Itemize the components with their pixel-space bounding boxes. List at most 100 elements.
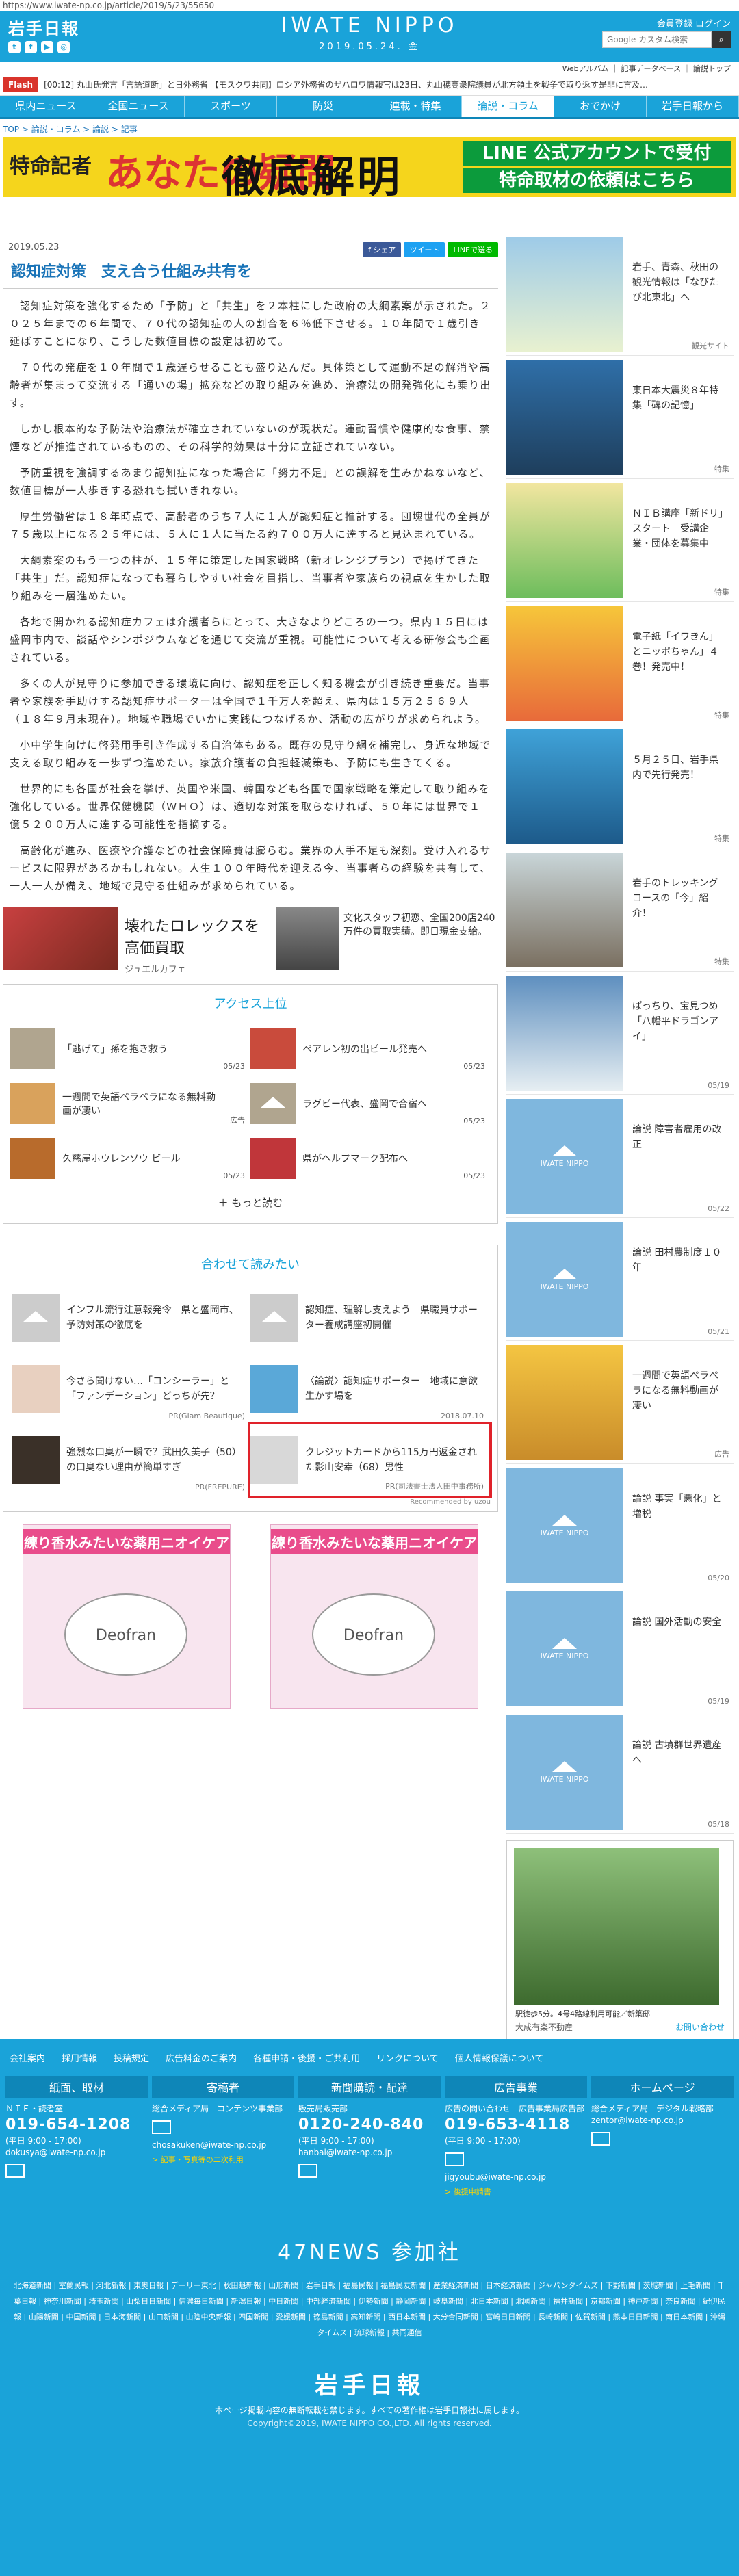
footer-logo[interactable]: 岩手日報 <box>0 2367 739 2400</box>
sidebar-ad[interactable]: 駅徒歩5分。4号4路線利用可能／新築邸 大成有楽不動産 お問い合わせ <box>506 1840 734 2040</box>
sidebar-date: 05/22 <box>708 1204 729 1213</box>
sidebar-image: IWATE NIPPO <box>506 1468 623 1583</box>
account-links[interactable]: 会員登録 ログイン <box>657 16 731 29</box>
sidebar-text: 論説 障害者雇用の改正 <box>632 1124 722 1150</box>
sidebar-card[interactable]: ５月２５日、岩手県内で先行発売！ 特集 <box>506 725 734 848</box>
sidebar-card[interactable]: IWATE NIPPO 論説 障害者雇用の改正 05/22 <box>506 1095 734 1218</box>
banner-request-button[interactable]: 特命取材の依頼はこちら <box>463 168 731 193</box>
footer-link[interactable]: 広告料金のご案内 <box>166 2051 237 2070</box>
ranking-thumb <box>250 1138 296 1179</box>
sidebar-card[interactable]: 岩手、青森、秋田の観光情報は「なびたび北東北」へ 観光サイト <box>506 233 734 356</box>
47news-list[interactable]: 北海道新聞 | 室蘭民報 | 河北新報 | 東奥日報 | デーリー東北 | 秋田… <box>0 2265 739 2341</box>
share-line-button[interactable]: LINEで送る <box>448 242 498 257</box>
share-facebook-button[interactable]: f シェア <box>363 242 402 257</box>
footer-link[interactable]: 投稿規定 <box>114 2051 149 2070</box>
footer-mail[interactable]: hanbai@iwate-np.co.jp <box>298 2147 441 2159</box>
footer-sublink[interactable]: > 記事・写真等の二次利用 <box>152 2154 294 2165</box>
nav-item-disaster[interactable]: 防災 <box>277 96 370 117</box>
sidebar-card[interactable]: 一週間で英語ペラペラになる無料動画が凄い 広告 <box>506 1341 734 1464</box>
nav-item-prefecture[interactable]: 県内ニュース <box>0 96 92 117</box>
footer-hours: (平日 9:00 - 17:00) <box>298 2136 374 2146</box>
related-source: PR(司法書士法人田中事務所) <box>385 1482 484 1491</box>
nav-item-national[interactable]: 全国ニュース <box>92 96 185 117</box>
footer-mail[interactable]: dokusya@iwate-np.co.jp <box>5 2147 148 2159</box>
ad-rolex[interactable]: 壊れたロレックスを高価買取 ジュエルカフェ 文化スタッフ初恋、全国200店240万… <box>3 907 498 976</box>
related-source: PR(FREPURE) <box>194 1483 245 1492</box>
nav-item-from-nippo[interactable]: 岩手日報から <box>647 96 739 117</box>
related-item[interactable]: 強烈な口臭が一瞬で？武田久美子（50）の口臭ない理由が簡単すぎ PR(FREPUR… <box>12 1424 250 1496</box>
flash-text[interactable]: [00:12] 丸山氏発言「言語道断」と日外務省 【モスクワ共同】ロシア外務省の… <box>44 79 739 90</box>
related-item[interactable]: 〈論説〉認知症サポーター 地域に意欲生かす場を 2018.07.10 <box>250 1353 489 1424</box>
sidebar-image <box>506 853 623 967</box>
sidebar-date: 05/19 <box>708 1697 729 1706</box>
footer-link[interactable]: 会社案内 <box>10 2051 45 2070</box>
banner-badge: 特命記者 <box>10 155 92 179</box>
sidebar-image <box>506 976 623 1091</box>
ranking-item[interactable]: 「逃げて」孫を抱き救う 05/23 <box>10 1022 250 1076</box>
sidebar-ad-advertiser: 大成有楽不動産 <box>515 2022 573 2032</box>
related-item[interactable]: 今さら聞けない…「コンシーラー」と「ファンデーション」どっちが先？ PR(Glam… <box>12 1353 250 1424</box>
search-input[interactable] <box>602 31 712 48</box>
footer-copyright: Copyright©2019, IWATE NIPPO CO.,LTD. All… <box>247 2419 492 2428</box>
sidebar-ad-link[interactable]: お問い合わせ <box>675 2021 725 2033</box>
mail-icon[interactable] <box>152 2120 171 2134</box>
sidebar-card[interactable]: 岩手のトレッキングコースの「今」紹介！ 特集 <box>506 848 734 972</box>
related-item-highlighted[interactable]: クレジットカードから115万円返金された影山安幸（68）男性 PR(司法書士法人田… <box>248 1422 492 1498</box>
sidebar-card[interactable]: IWATE NIPPO 論説 田村農制度１０年 05/21 <box>506 1218 734 1341</box>
promo-banner[interactable]: 特命記者 あなたの疑問 徹底解明 LINE 公式アカウントで受付 特命取材の依頼… <box>3 137 736 197</box>
article-paragraph: 世界的にも各国が社会を挙げ、英国や米国、韓国なども各国で国家戦略を策定して取り組… <box>10 783 491 831</box>
footer-link[interactable]: 採用情報 <box>62 2051 97 2070</box>
sidebar-image: IWATE NIPPO <box>506 1715 623 1830</box>
ranking-item[interactable]: ペアレン初の出ビール発売へ 05/23 <box>250 1022 491 1076</box>
ranking-item[interactable]: 県がヘルプマーク配布へ 05/23 <box>250 1131 491 1186</box>
ad-deofran[interactable]: 練り香水みたいな薬用ニオイケア Deofran 練り香水みたいな薬用ニオイケア De… <box>3 1524 498 1709</box>
article-paragraph: 認知症対策を強化するため「予防」と「共生」を２本柱にした政府の大綱素案が示された… <box>10 300 491 348</box>
nav-item-sports[interactable]: スポーツ <box>185 96 277 117</box>
sidebar-card[interactable]: 東日本大震災８年特集「碑の記憶」 特集 <box>506 356 734 479</box>
article-paragraph: 各地で開かれる認知症カフェは介護者らにとって、大きなよりどころの一つ。県内１５日… <box>10 616 491 664</box>
more-button[interactable]: ＋ もっと読む <box>3 1186 497 1223</box>
share-twitter-button[interactable]: ツイート <box>404 242 445 257</box>
mail-icon[interactable] <box>298 2164 317 2178</box>
ranking-item[interactable]: 久慈屋ホウレンソウ ビール 05/23 <box>10 1131 250 1186</box>
footer-link[interactable]: 個人情報保護について <box>455 2051 544 2070</box>
ranking-item[interactable]: ラグビー代表、盛岡で合宿へ 05/23 <box>250 1076 491 1131</box>
mail-icon[interactable] <box>5 2164 25 2178</box>
related-thumb <box>250 1436 298 1484</box>
sidebar-text: 論説 田村農制度１０年 <box>632 1247 722 1273</box>
ad-deofran-2[interactable]: 練り香水みたいな薬用ニオイケア Deofran <box>270 1524 478 1709</box>
47news-heading: 47NEWS 参加社 <box>278 2241 461 2265</box>
breadcrumb[interactable]: TOP > 論説・コラム > 論説 > 記事 <box>0 119 739 137</box>
sidebar-card[interactable]: IWATE NIPPO 論説 国外活動の安全 05/19 <box>506 1587 734 1710</box>
sidebar-card[interactable]: ぱっちり、宝見つめ「八幡平ドラゴンアイ」 05/19 <box>506 972 734 1095</box>
related-item[interactable]: 認知症、理解し支えよう 県職員サポーター養成講座初開催 <box>250 1282 489 1353</box>
sidebar-text: 論説 古墳群世界遺産へ <box>632 1740 722 1766</box>
article-paragraph: 高齢化が進み、医療や介護などの社会保障費は膨らむ。業界の人手不足も深刻。受け入れ… <box>10 844 491 892</box>
footer-mail[interactable]: jigyoubu@iwate-np.co.jp <box>445 2172 587 2183</box>
sub-links[interactable]: Webアルバム ｜ 記事データベース ｜ 論説トップ <box>0 62 739 74</box>
sidebar-card[interactable]: IWATE NIPPO 論説 古墳群世界遺産へ 05/18 <box>506 1710 734 1834</box>
sidebar-card[interactable]: ＮＩＢ講座「新ドリ」スタート 受講企業・団体を募集中 特集 <box>506 479 734 602</box>
footer-link[interactable]: 各種申請・後援・ご共利用 <box>253 2051 360 2070</box>
related-heading: 合わせて読みたい <box>201 1258 300 1272</box>
nav-item-outing[interactable]: おでかけ <box>554 96 647 117</box>
nav-item-features[interactable]: 連載・特集 <box>370 96 462 117</box>
mail-icon[interactable] <box>445 2152 464 2166</box>
search-button[interactable]: ⌕ <box>712 31 731 48</box>
sidebar-card[interactable]: IWATE NIPPO 論説 事実「悪化」と増税 05/20 <box>506 1464 734 1587</box>
footer-tel[interactable]: 019-654-1208 <box>5 2115 148 2135</box>
footer-mail[interactable]: chosakuken@iwate-np.co.jp <box>152 2139 294 2151</box>
footer-tel[interactable]: 019-653-4118 <box>445 2115 587 2135</box>
ranking-item[interactable]: 一週間で英語ペラペラになる無料動画が凄い 広告 <box>10 1076 250 1131</box>
footer-sublink[interactable]: > 後援申請書 <box>445 2186 587 2197</box>
footer-tel[interactable]: 0120-240-840 <box>298 2115 441 2135</box>
banner-line-button[interactable]: LINE 公式アカウントで受付 <box>463 141 731 166</box>
sidebar-text: ５月２５日、岩手県内で先行発売！ <box>632 755 718 781</box>
ad-deofran-1[interactable]: 練り香水みたいな薬用ニオイケア Deofran <box>23 1524 231 1709</box>
footer-link[interactable]: リンクについて <box>376 2051 439 2070</box>
footer-mail[interactable]: zentor@iwate-np.co.jp <box>591 2115 734 2126</box>
related-item[interactable]: インフル流行注意報発令 県と盛岡市、予防対策の徹底を <box>12 1282 250 1353</box>
nav-item-editorial[interactable]: 論説・コラム <box>462 96 554 117</box>
mail-icon[interactable] <box>591 2132 610 2146</box>
sidebar-card[interactable]: 電子紙「イワきん」とニッポちゃん」４巻！発売中！ 特集 <box>506 602 734 725</box>
